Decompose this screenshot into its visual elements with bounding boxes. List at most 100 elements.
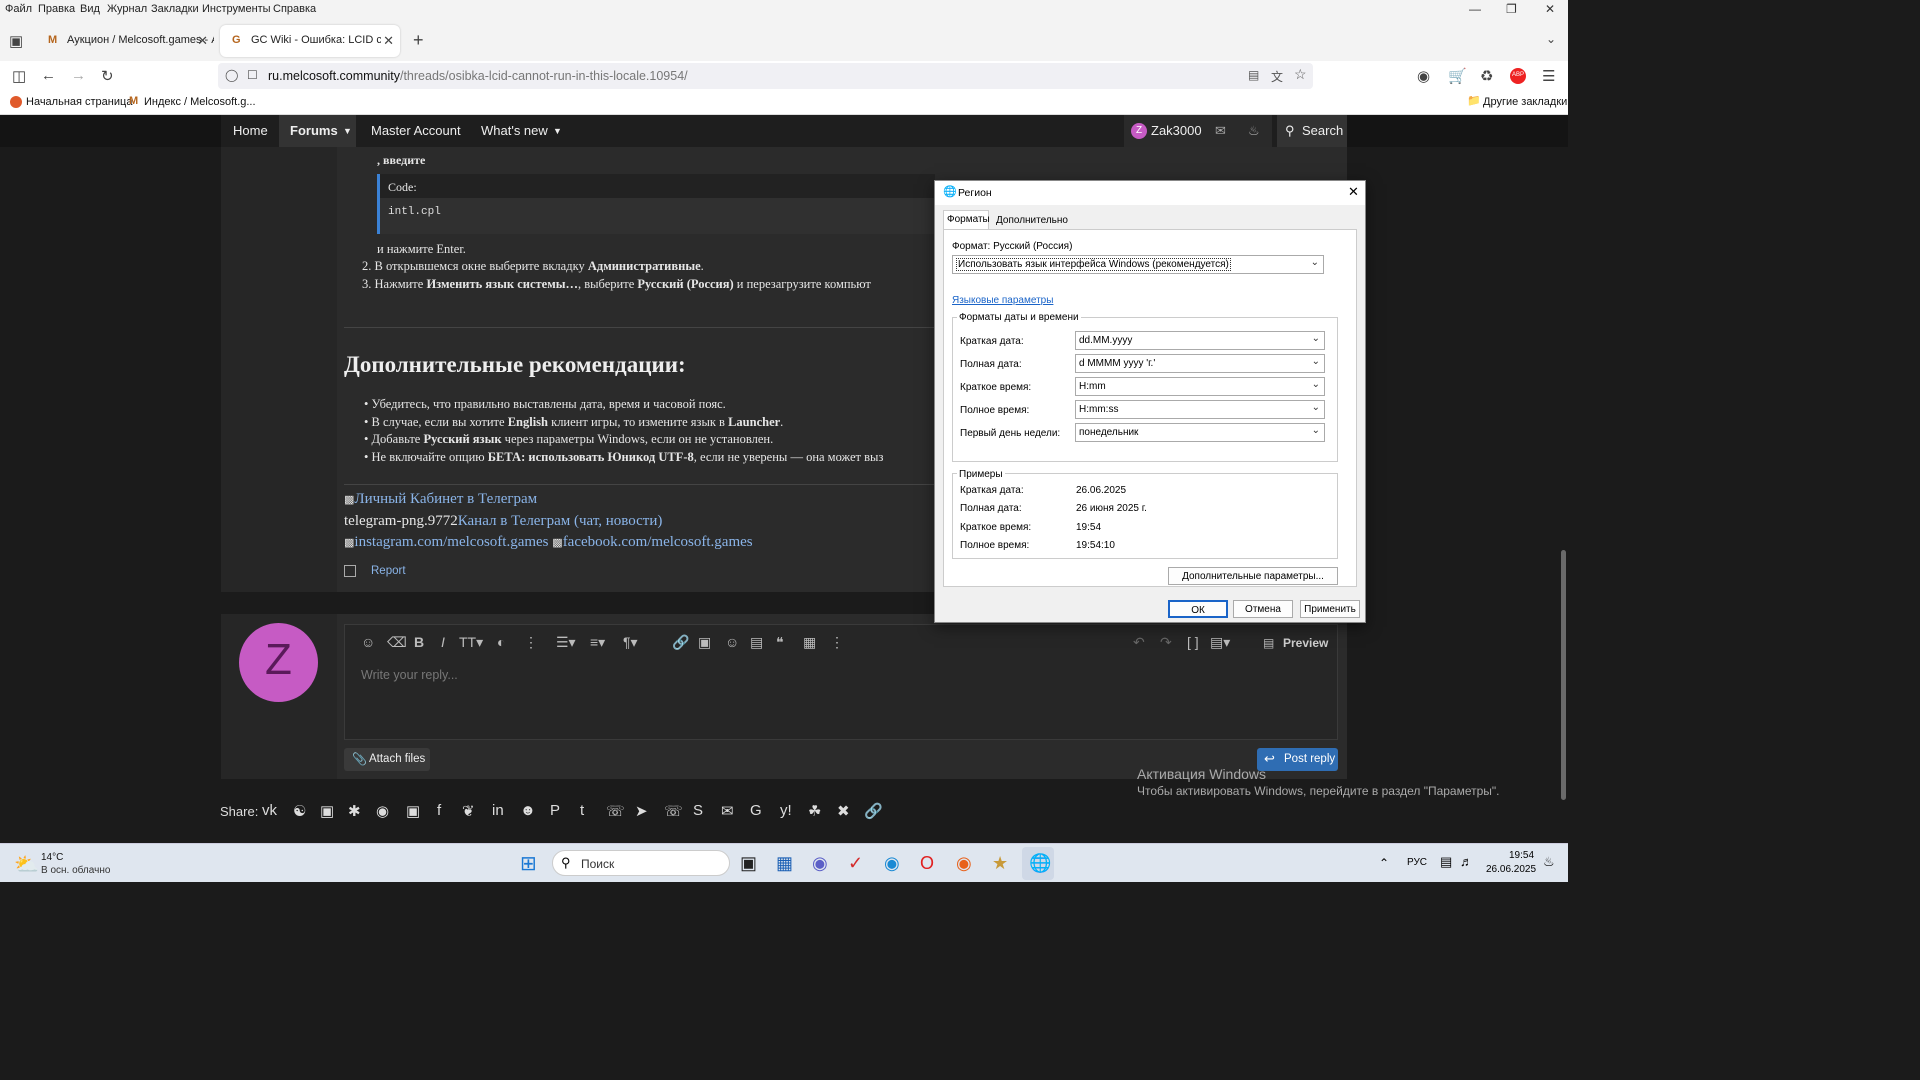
apply-button[interactable]: Применить <box>1300 600 1360 618</box>
windows-start-icon[interactable]: ⊞ <box>520 851 537 876</box>
report-checkbox[interactable] <box>344 565 356 577</box>
language-settings-link[interactable]: Языковые параметры <box>952 295 1053 306</box>
first-day-select[interactable]: понедельник ⌄ <box>1075 423 1325 442</box>
menu-bookmarks[interactable]: Закладки <box>151 3 199 15</box>
preview-button[interactable]: Preview <box>1283 636 1328 650</box>
livejournal-icon[interactable]: ✱ <box>348 802 361 820</box>
attach-files-button[interactable]: 📎 Attach files <box>344 748 430 771</box>
bookmark-index[interactable]: Индекс / Melcosoft.g... <box>144 96 256 108</box>
instagram-link[interactable]: instagram.com/melcosoft.games <box>354 534 548 550</box>
close-tab-icon[interactable]: ✕ <box>197 33 208 49</box>
italic-icon[interactable]: I <box>441 634 445 650</box>
evernote-icon[interactable]: ☘ <box>808 802 821 820</box>
bluesky-icon[interactable]: ❦ <box>462 802 475 820</box>
long-date-select[interactable]: d MMMM yyyy 'г.' ⌄ <box>1075 354 1325 373</box>
cart-icon[interactable]: 🛒 <box>1448 67 1467 85</box>
table-icon[interactable]: ▦ <box>803 634 816 651</box>
game-icon[interactable]: ★ <box>992 853 1008 874</box>
reddit-icon[interactable]: ☻ <box>520 802 536 819</box>
emoji-icon[interactable]: ☺ <box>725 634 739 650</box>
tab-auction[interactable]: M Аукцион / Melcosoft.games - А ✕ <box>36 25 214 57</box>
menu-help[interactable]: Справка <box>273 3 316 15</box>
code-text[interactable]: intl.cpl <box>388 206 441 218</box>
whatsapp-icon[interactable]: ☏ <box>606 802 625 820</box>
opera-icon[interactable]: O <box>920 853 934 874</box>
undo-icon[interactable]: ↶ <box>1133 634 1145 651</box>
format-select[interactable]: Использовать язык интерфейса Windows (ре… <box>952 255 1324 274</box>
teams-icon[interactable]: ◉ <box>812 853 828 874</box>
telegram-channel-link[interactable]: Канал в Телеграм (чат, новости) <box>458 513 663 529</box>
shield-icon[interactable]: ◯ <box>225 68 238 82</box>
mastodon-icon[interactable]: ▣ <box>406 802 420 820</box>
notification-bell-icon[interactable]: ♨ <box>1543 854 1555 870</box>
align-icon[interactable]: ≡▾ <box>590 634 605 651</box>
search-icon[interactable]: ⚲ <box>1285 123 1295 139</box>
short-date-select[interactable]: dd.MM.yyyy ⌄ <box>1075 331 1325 350</box>
nav-whats-new[interactable]: What's new <box>481 123 548 138</box>
adblock-icon[interactable]: ABP <box>1510 68 1526 84</box>
menu-history[interactable]: Журнал <box>107 3 147 15</box>
input-language[interactable]: РУС <box>1407 857 1427 868</box>
reader-view-icon[interactable]: ▤ <box>1248 68 1259 82</box>
search-button[interactable]: Search <box>1302 123 1343 138</box>
bell-icon[interactable]: ♨ <box>1248 123 1260 139</box>
media-icon[interactable]: ▤ <box>750 634 763 651</box>
forward-icon[interactable]: → <box>71 67 86 84</box>
quote-icon[interactable]: ❝ <box>776 634 784 651</box>
other-bookmarks[interactable]: Другие закладки <box>1483 96 1567 108</box>
weather-condition[interactable]: В осн. облачно <box>41 865 110 876</box>
user-name[interactable]: Zak3000 <box>1151 123 1202 138</box>
menu-edit[interactable]: Правка <box>38 3 75 15</box>
pinterest-icon[interactable]: P <box>550 802 560 819</box>
restore-icon[interactable]: ❐ <box>1506 2 1517 16</box>
tab-list-chevron-icon[interactable]: ⌄ <box>1546 32 1556 46</box>
task-view-icon[interactable]: ▣ <box>740 853 757 874</box>
app-menu-icon[interactable]: ☰ <box>1542 67 1555 85</box>
extensions-icon[interactable]: ♻ <box>1480 67 1493 85</box>
report-link[interactable]: Report <box>371 565 406 577</box>
short-time-select[interactable]: H:mm ⌄ <box>1075 377 1325 396</box>
menu-tools[interactable]: Инструменты <box>202 3 271 15</box>
vk-icon[interactable]: vk <box>262 802 277 819</box>
copy-link-icon[interactable]: 🔗 <box>864 802 883 820</box>
network-icon[interactable]: ▤ <box>1440 854 1452 870</box>
long-time-select[interactable]: H:mm:ss ⌄ <box>1075 400 1325 419</box>
store-icon[interactable]: ▦ <box>776 853 793 874</box>
chevron-down-icon[interactable]: ▼ <box>343 126 352 136</box>
minimize-icon[interactable]: — <box>1469 2 1481 16</box>
reload-icon[interactable]: ↻ <box>101 67 114 85</box>
text-size-icon[interactable]: TT▾ <box>459 634 483 651</box>
volume-icon[interactable]: ♬ <box>1460 854 1473 869</box>
drafts-icon[interactable]: ▤▾ <box>1210 634 1230 651</box>
facebook-link[interactable]: facebook.com/melcosoft.games <box>563 534 753 550</box>
avatar[interactable]: Z <box>1131 123 1147 139</box>
dialog-close-icon[interactable]: ✕ <box>1348 184 1359 200</box>
blogger-icon[interactable]: ▣ <box>320 802 334 820</box>
back-icon[interactable]: ← <box>41 67 56 84</box>
linkedin-icon[interactable]: in <box>492 802 504 819</box>
bookmark-star-icon[interactable]: ☆ <box>1294 66 1307 83</box>
viber-icon[interactable]: ☏ <box>664 802 683 820</box>
address-bar[interactable]: ◯ ☐ ru.melcosoft.community/threads/osibk… <box>218 63 1313 89</box>
telegram-icon[interactable]: ➤ <box>635 802 648 820</box>
weather-icon[interactable]: ⛅ <box>14 852 39 877</box>
bookmark-home[interactable]: Начальная страница <box>26 96 132 108</box>
clock-time[interactable]: 19:54 <box>1509 850 1534 861</box>
chevron-down-icon[interactable]: ▼ <box>553 126 562 136</box>
weather-temp[interactable]: 14°C <box>41 852 63 863</box>
gmail-icon[interactable]: G <box>750 802 762 819</box>
bbcode-icon[interactable]: [ ] <box>1187 634 1199 650</box>
extension-circle-icon[interactable]: ◉ <box>1417 67 1430 85</box>
new-tab-icon[interactable]: + <box>413 30 424 51</box>
close-tab-icon[interactable]: ✕ <box>383 33 394 49</box>
facebook-icon[interactable]: f <box>437 802 441 819</box>
nav-home[interactable]: Home <box>233 123 268 138</box>
ok-button[interactable]: ОК <box>1168 600 1228 618</box>
xing-icon[interactable]: ✖ <box>837 802 850 820</box>
more-vertical-icon[interactable]: ⋮ <box>830 634 844 651</box>
cancel-button[interactable]: Отмена <box>1233 600 1293 618</box>
list-icon[interactable]: ☰▾ <box>556 634 576 651</box>
edge-icon[interactable]: ◉ <box>884 853 900 874</box>
lock-icon[interactable]: ☐ <box>247 68 258 82</box>
reply-placeholder[interactable]: Write your reply... <box>361 668 458 682</box>
